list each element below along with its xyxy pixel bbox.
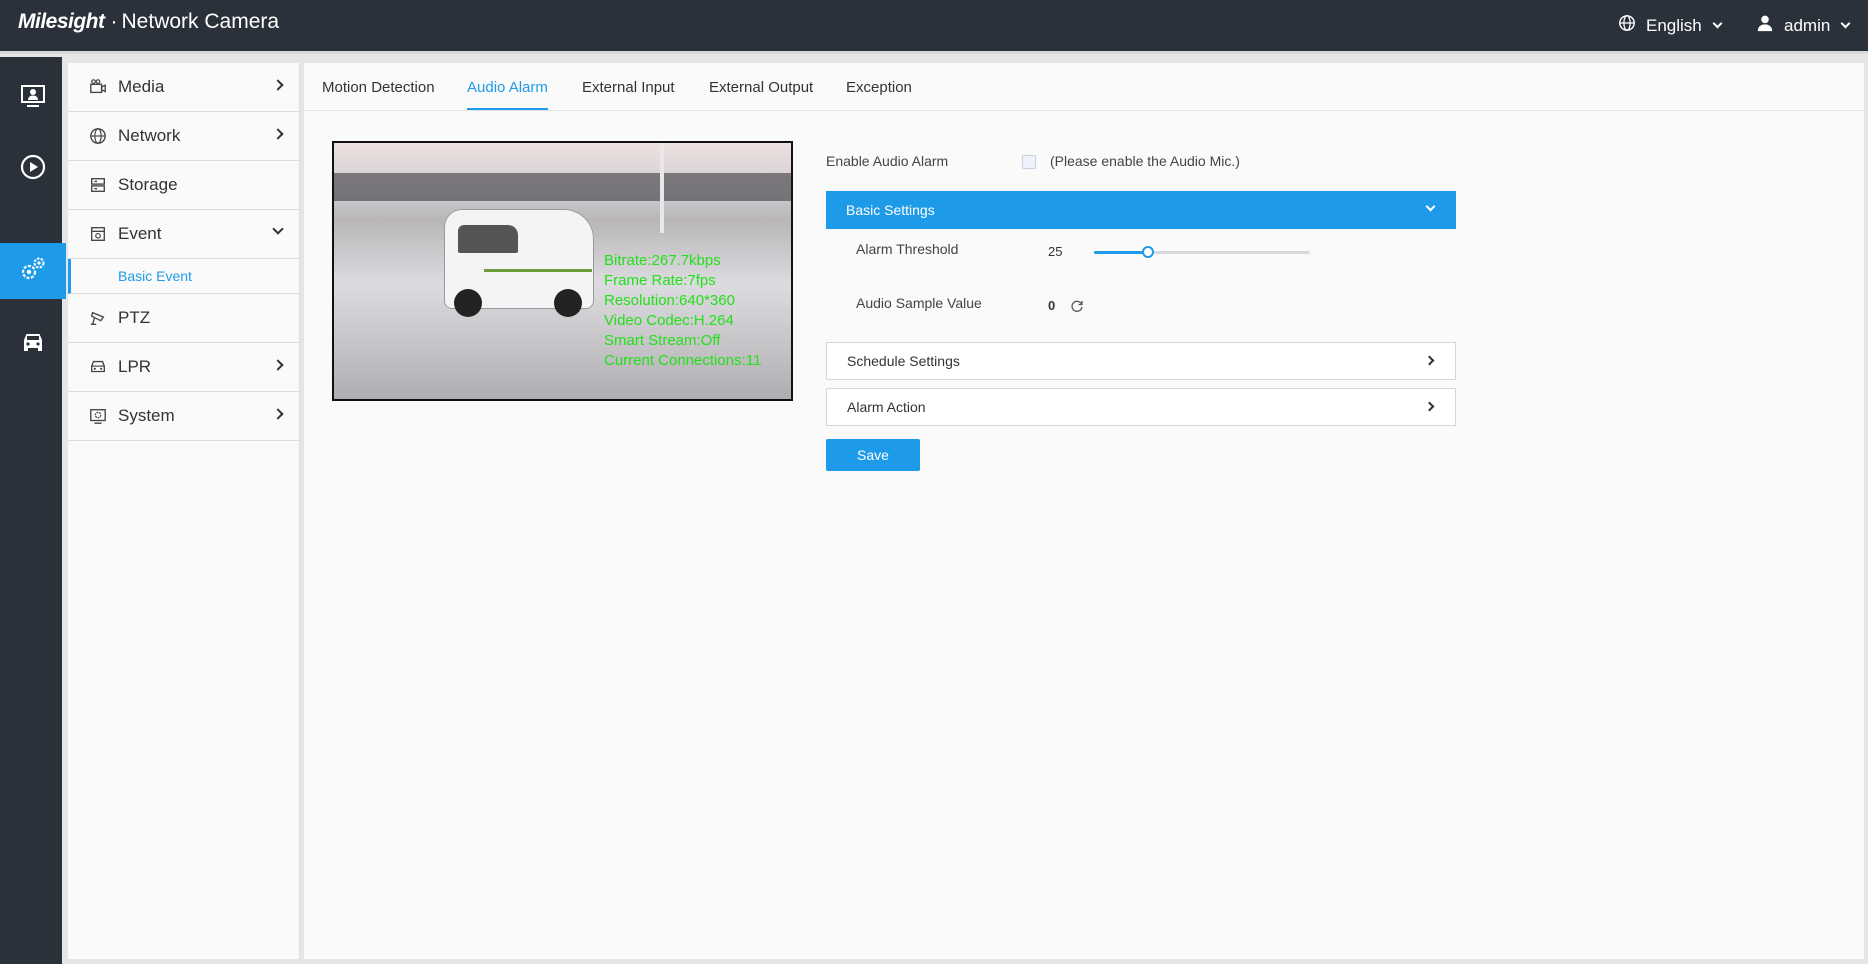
rail-settings[interactable] <box>0 243 66 299</box>
save-button[interactable]: Save <box>826 439 920 471</box>
chevron-right-icon <box>1424 401 1435 412</box>
language-label: English <box>1646 15 1702 35</box>
play-circle-icon <box>19 153 47 186</box>
menu-item-media[interactable]: Media <box>68 63 300 112</box>
live-video-preview: Bitrate:267.7kbps Frame Rate:7fps Resolu… <box>332 141 793 401</box>
video-scene-pole <box>660 143 664 233</box>
audio-sample-label: Audio Sample Value <box>856 295 982 311</box>
chevron-down-icon <box>1712 18 1723 29</box>
audio-sample-row: Audio Sample Value 0 <box>856 293 1456 317</box>
enable-audio-alarm-row: Enable Audio Alarm (Please enable the Au… <box>826 151 1456 175</box>
media-icon <box>88 77 108 97</box>
ptz-camera-icon <box>88 308 108 328</box>
alarm-threshold-value: 25 <box>1048 244 1063 259</box>
tab-audio-alarm[interactable]: Audio Alarm <box>467 79 548 110</box>
chevron-down-icon <box>1840 18 1851 29</box>
enable-audio-alarm-checkbox[interactable] <box>1022 155 1036 169</box>
rail-vehicle[interactable] <box>0 316 66 372</box>
basic-settings-header[interactable]: Basic Settings <box>826 191 1456 229</box>
main-content: Motion Detection Audio Alarm External In… <box>304 63 1864 959</box>
menu-item-lpr[interactable]: LPR <box>68 343 300 392</box>
audio-sample-value: 0 <box>1048 298 1056 313</box>
settings-menu: Media Network Storage Event Basic Event … <box>68 63 300 959</box>
menu-item-network[interactable]: Network <box>68 112 300 161</box>
user-menu[interactable]: admin <box>1756 14 1851 37</box>
schedule-settings-label: Schedule Settings <box>847 353 960 369</box>
osd-connections: Current Connections:11 <box>604 352 762 369</box>
tab-external-output[interactable]: External Output <box>709 79 813 108</box>
basic-settings-label: Basic Settings <box>846 202 935 218</box>
alarm-threshold-row: Alarm Threshold 25 <box>856 239 1456 263</box>
globe-icon <box>88 126 108 146</box>
menu-item-label: Storage <box>118 175 178 194</box>
osd-frame-rate: Frame Rate:7fps <box>604 272 716 289</box>
chevron-right-icon <box>272 128 284 140</box>
menu-item-ptz[interactable]: PTZ <box>68 294 300 343</box>
tab-bar: Motion Detection Audio Alarm External In… <box>304 63 1864 111</box>
menu-item-system[interactable]: System <box>68 392 300 441</box>
menu-item-storage[interactable]: Storage <box>68 161 300 210</box>
schedule-settings-header[interactable]: Schedule Settings <box>826 342 1456 380</box>
language-selector[interactable]: English <box>1618 14 1723 37</box>
alarm-action-label: Alarm Action <box>847 399 926 415</box>
chevron-right-icon <box>272 79 284 91</box>
chevron-down-icon <box>1425 201 1436 212</box>
video-scene-background <box>334 173 791 201</box>
system-icon <box>88 406 108 426</box>
tab-exception[interactable]: Exception <box>846 79 912 108</box>
alarm-threshold-slider[interactable] <box>1094 246 1310 258</box>
enable-audio-mic-hint: (Please enable the Audio Mic.) <box>1050 153 1240 169</box>
menu-item-label: LPR <box>118 357 152 376</box>
user-icon <box>1756 14 1774 37</box>
menu-item-event[interactable]: Event <box>68 210 300 259</box>
chevron-right-icon <box>272 359 284 371</box>
refresh-icon[interactable] <box>1070 299 1084 313</box>
osd-resolution: Resolution:640*360 <box>604 292 735 309</box>
video-scene-van <box>444 209 594 317</box>
menu-item-label: Media <box>118 77 165 96</box>
submenu-basic-event[interactable]: Basic Event <box>68 259 300 294</box>
slider-fill <box>1094 251 1148 254</box>
slider-handle[interactable] <box>1142 246 1154 258</box>
tab-external-input[interactable]: External Input <box>582 79 675 108</box>
nav-rail <box>0 57 66 964</box>
car-icon <box>19 328 47 361</box>
menu-item-label: Event <box>118 224 162 243</box>
tab-motion-detection[interactable]: Motion Detection <box>322 79 435 108</box>
menu-item-label: System <box>118 406 175 425</box>
osd-video-codec: Video Codec:H.264 <box>604 312 734 329</box>
alarm-action-header[interactable]: Alarm Action <box>826 388 1456 426</box>
menu-item-label: Network <box>118 126 181 145</box>
gears-icon <box>18 254 48 289</box>
user-name: admin <box>1784 15 1831 35</box>
rail-live-view[interactable] <box>0 70 66 126</box>
brand-logo: Milesight <box>18 10 105 33</box>
globe-icon <box>1618 14 1636 37</box>
brand-separator: · <box>110 10 118 33</box>
top-bar: Milesight · Network Camera English admin <box>0 0 1868 54</box>
brand-product: Network Camera <box>121 10 280 33</box>
chevron-down-icon <box>272 223 284 235</box>
event-icon <box>88 224 108 244</box>
brand: Milesight · Network Camera <box>18 10 279 34</box>
monitor-user-icon <box>19 82 47 115</box>
chevron-right-icon <box>1424 355 1435 366</box>
video-osd: Bitrate:267.7kbps Frame Rate:7fps Resolu… <box>604 251 761 371</box>
menu-item-label: PTZ <box>118 308 151 327</box>
storage-icon <box>88 175 108 195</box>
rail-playback[interactable] <box>0 141 66 197</box>
osd-smart-stream: Smart Stream:Off <box>604 332 721 349</box>
car-icon <box>88 357 108 377</box>
alarm-threshold-label: Alarm Threshold <box>856 241 959 257</box>
chevron-right-icon <box>272 408 284 420</box>
osd-bitrate: Bitrate:267.7kbps <box>604 252 721 269</box>
enable-audio-alarm-label: Enable Audio Alarm <box>826 153 949 169</box>
